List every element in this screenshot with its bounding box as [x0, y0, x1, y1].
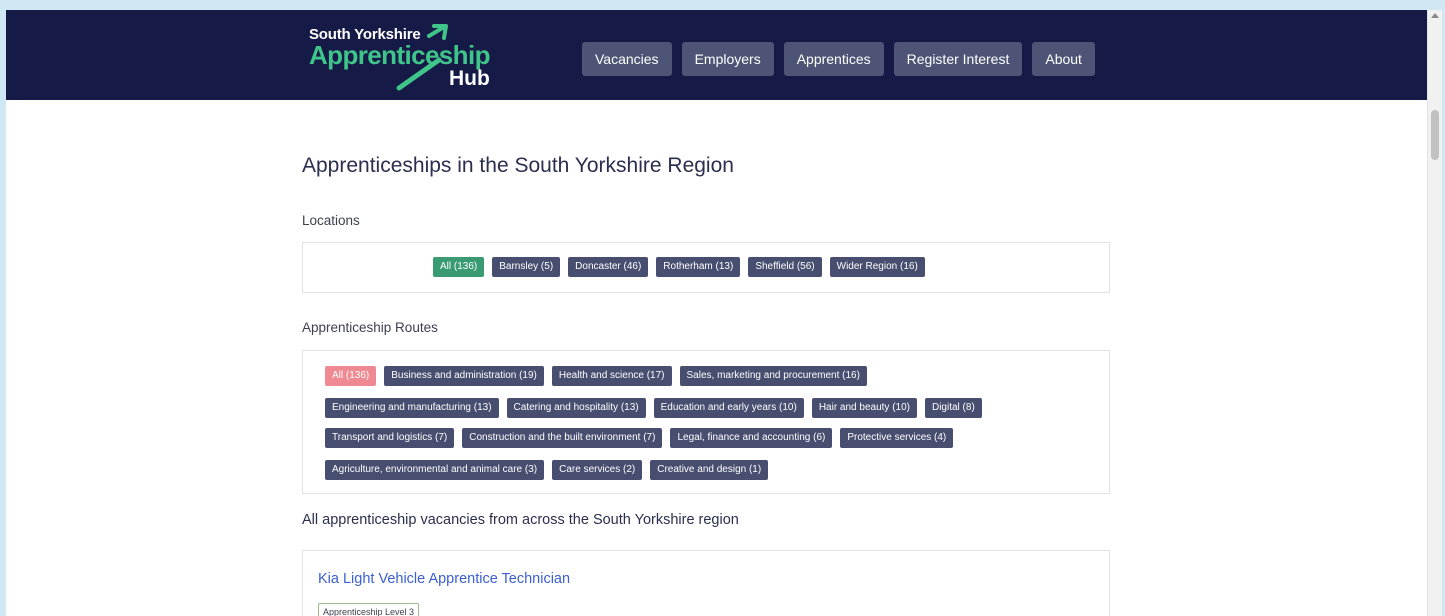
page-title: Apprenticeships in the South Yorkshire R…	[302, 154, 734, 177]
site-logo[interactable]: South Yorkshire Apprenticeship Hub	[309, 18, 519, 96]
route-tag[interactable]: Agriculture, environmental and animal ca…	[325, 460, 545, 480]
scroll-up-arrow-icon[interactable]	[1431, 13, 1439, 18]
scroll-thumb[interactable]	[1431, 110, 1439, 160]
location-tag-wider-region[interactable]: Wider Region (16)	[829, 257, 925, 277]
route-tag[interactable]: Digital (8)	[924, 398, 982, 418]
route-tag[interactable]: Legal, finance and accounting (6)	[670, 428, 833, 448]
location-tag-rotherham[interactable]: Rotherham (13)	[656, 257, 741, 277]
route-tag[interactable]: Sales, marketing and procurement (16)	[679, 366, 867, 386]
route-tag[interactable]: Protective services (4)	[840, 428, 954, 448]
route-tag[interactable]: Health and science (17)	[551, 366, 672, 386]
route-tag-all[interactable]: All (136)	[325, 366, 377, 386]
route-tag[interactable]: Construction and the built environment (…	[462, 428, 663, 448]
vacancy-level-badge: Apprenticeship Level 3	[318, 603, 420, 616]
nav-register-interest[interactable]: Register Interest	[893, 42, 1023, 76]
routes-label: Apprenticeship Routes	[302, 320, 438, 335]
route-tag[interactable]: Transport and logistics (7)	[325, 428, 455, 448]
logo-line-3: Hub	[449, 67, 490, 90]
route-tag[interactable]: Engineering and manufacturing (13)	[325, 398, 499, 418]
nav-about[interactable]: About	[1032, 42, 1095, 76]
location-tag-barnsley[interactable]: Barnsley (5)	[492, 257, 561, 277]
nav-vacancies[interactable]: Vacancies	[582, 42, 672, 76]
routes-filter-box: All (136) Business and administration (1…	[302, 350, 1110, 494]
route-tag[interactable]: Education and early years (10)	[653, 398, 804, 418]
route-tag[interactable]: Catering and hospitality (13)	[506, 398, 646, 418]
nav-apprentices[interactable]: Apprentices	[783, 42, 884, 76]
route-tag[interactable]: Care services (2)	[552, 460, 643, 480]
routes-tag-row: Agriculture, environmental and animal ca…	[325, 460, 769, 480]
routes-tag-row: All (136) Business and administration (1…	[325, 366, 867, 386]
site-header: South Yorkshire Apprenticeship Hub Vacan…	[6, 10, 1427, 100]
nav-employers[interactable]: Employers	[681, 42, 774, 76]
location-tag-sheffield[interactable]: Sheffield (56)	[748, 257, 822, 277]
locations-label: Locations	[302, 213, 360, 228]
route-tag[interactable]: Creative and design (1)	[650, 460, 769, 480]
locations-filter-box: All (136) Barnsley (5) Doncaster (46) Ro…	[302, 242, 1110, 293]
locations-tag-row: All (136) Barnsley (5) Doncaster (46) Ro…	[433, 257, 925, 277]
page-scrollbar[interactable]	[1427, 10, 1442, 616]
location-tag-doncaster[interactable]: Doncaster (46)	[568, 257, 649, 277]
routes-tag-row: Engineering and manufacturing (13) Cater…	[325, 398, 982, 418]
vacancy-card: Kia Light Vehicle Apprentice Technician …	[302, 550, 1110, 616]
main-nav: Vacancies Employers Apprentices Register…	[582, 42, 1095, 76]
routes-tag-row: Transport and logistics (7) Construction…	[325, 428, 954, 448]
browser-viewport: South Yorkshire Apprenticeship Hub Vacan…	[6, 10, 1427, 616]
route-tag[interactable]: Business and administration (19)	[384, 366, 544, 386]
route-tag[interactable]: Hair and beauty (10)	[811, 398, 917, 418]
location-tag-all[interactable]: All (136)	[433, 257, 485, 277]
vacancy-title-link[interactable]: Kia Light Vehicle Apprentice Technician	[318, 571, 570, 587]
vacancies-heading: All apprenticeship vacancies from across…	[302, 512, 739, 528]
